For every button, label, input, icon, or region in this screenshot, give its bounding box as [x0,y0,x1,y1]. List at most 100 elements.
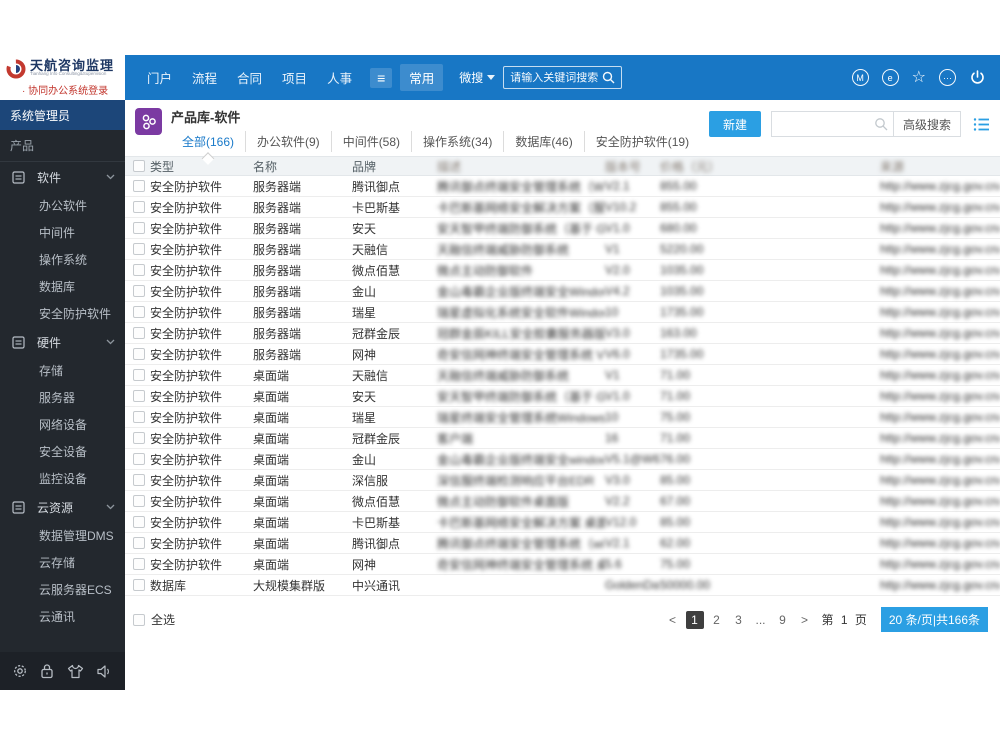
sidebar-item[interactable]: 监控设备 [0,465,125,492]
page-button[interactable]: 9 [774,611,792,629]
table-row[interactable]: 安全防护软件 服务器端 瑞星 瑞星虚拟化系统安全软件Windows服务器版 10… [125,302,1000,323]
row-checkbox[interactable] [133,495,145,507]
sidebar-item[interactable]: 数据库 [0,273,125,300]
top-nav-item[interactable]: 流程 [182,63,227,92]
table-row[interactable]: 安全防护软件 桌面端 天融信 天融信终端威胁防御系统 V1 71.00 http… [125,365,1000,386]
page-button[interactable]: < [664,611,682,629]
sidebar-item[interactable]: 数据管理DMS [0,522,125,549]
advanced-search-button[interactable]: 高级搜索 [892,111,961,137]
row-checkbox[interactable] [133,411,145,423]
table-row[interactable]: 安全防护软件 桌面端 卡巴斯基 卡巴斯基网络安全解决方案 桌面 KES 版 +0… [125,512,1000,533]
search-icon[interactable] [602,71,615,84]
row-checkbox[interactable] [133,516,145,528]
sidebar-item[interactable]: 云通讯 [0,603,125,630]
page-jump-label[interactable]: 第 1 页 [822,611,869,628]
column-header-source[interactable]: 来源 [880,158,1000,175]
category-tab[interactable]: 数据库(46) [503,131,583,152]
row-checkbox[interactable] [133,432,145,444]
table-row[interactable]: 安全防护软件 服务器端 卡巴斯基 卡巴斯基网络安全解决方案（服务器KES）...… [125,197,1000,218]
sidebar-item[interactable]: 操作系统 [0,246,125,273]
sidebar-item[interactable]: 办公软件 [0,192,125,219]
settings-gear-icon[interactable] [12,663,28,679]
list-view-icon[interactable] [973,117,990,132]
table-row[interactable]: 安全防护软件 桌面端 网神 奇安信网神终端安全管理系统 桌面版 5.6 75.0… [125,554,1000,575]
page-button[interactable]: > [796,611,814,629]
top-nav-item[interactable]: 合同 [227,63,272,92]
page-button[interactable]: 2 [708,611,726,629]
row-checkbox[interactable] [133,243,145,255]
table-row[interactable]: 安全防护软件 服务器端 金山 金山毒霸企业版终端安全Windows服务器版 V4… [125,281,1000,302]
row-checkbox[interactable] [133,285,145,297]
row-checkbox[interactable] [133,327,145,339]
select-all-header-checkbox[interactable] [133,160,145,172]
sidebar-item[interactable]: 中间件 [0,219,125,246]
column-header-price[interactable]: 价格（元） [660,158,880,175]
page-button[interactable]: ... [752,611,770,629]
table-row[interactable]: 安全防护软件 桌面端 瑞星 瑞星终端安全管理系统Windows桌面版 10 75… [125,407,1000,428]
row-checkbox[interactable] [133,264,145,276]
sidebar-item[interactable]: 安全设备 [0,438,125,465]
table-row[interactable]: 安全防护软件 服务器端 腾讯御点 腾讯御点终端安全管理系统（Windows版） … [125,176,1000,197]
more-options-icon[interactable]: ··· [939,69,956,86]
table-row[interactable]: 安全防护软件 桌面端 安天 安天智甲终端防御系统（基于 GF 一体化）... V… [125,386,1000,407]
column-header-type[interactable]: 类型 [150,158,253,175]
page-button[interactable]: 1 [685,610,704,629]
row-checkbox[interactable] [133,222,145,234]
oa-login-link[interactable]: · 协同办公系统登录 [22,82,119,97]
sidebar-item[interactable]: 云服务器ECS [0,576,125,603]
theme-shirt-icon[interactable] [67,664,84,679]
messenger-icon[interactable]: M [851,69,869,86]
favorites-star-icon[interactable]: ☆ [912,69,926,86]
table-row[interactable]: 安全防护软件 服务器端 网神 奇安信网神终端安全管理系统 V6.0 V6.0 1… [125,344,1000,365]
sidebar-item[interactable]: 网络设备 [0,411,125,438]
sidebar-group-cloud[interactable]: 云资源 [0,492,125,522]
row-checkbox[interactable] [133,369,145,381]
sidebar-section-product[interactable]: 产品 [0,130,125,162]
power-logout-icon[interactable] [969,69,986,86]
table-row[interactable]: 安全防护软件 桌面端 金山 金山毒霸企业版终端安全windows桌面版 V5.1… [125,449,1000,470]
row-checkbox[interactable] [133,390,145,402]
select-all-control[interactable]: 全选 [133,611,175,628]
speaker-sound-icon[interactable] [96,664,113,679]
table-row[interactable]: 数据库 大规模集群版 中兴通讯 GoldenData s... 50000.00… [125,575,1000,596]
table-row[interactable]: 安全防护软件 服务器端 安天 安天智甲终端防御系统（基于 GF 一体化） V1.… [125,218,1000,239]
table-row[interactable]: 安全防护软件 桌面端 腾讯御点 腾讯御点终端安全管理系统（windows版）V2… [125,533,1000,554]
row-checkbox[interactable] [133,537,145,549]
row-checkbox[interactable] [133,201,145,213]
sidebar-item[interactable]: 云存储 [0,549,125,576]
column-header-version[interactable]: 版本号 [605,158,660,175]
table-row[interactable]: 安全防护软件 桌面端 深信服 深信服终端检测响应平台EDR V3.0 85.00… [125,470,1000,491]
nav-hamburger-icon[interactable]: ≡ [370,67,393,88]
category-tab[interactable]: 中间件(58) [330,131,411,152]
search-icon[interactable] [874,117,888,131]
column-header-brand[interactable]: 品牌 [352,158,437,175]
sidebar-item[interactable]: 存储 [0,357,125,384]
row-checkbox[interactable] [133,558,145,570]
top-nav-item[interactable]: 门户 [137,63,182,92]
top-nav-item[interactable]: 项目 [272,63,317,92]
wesearch-dropdown[interactable]: 微搜 [459,69,496,86]
top-nav-item[interactable]: 人事 [317,63,362,92]
row-checkbox[interactable] [133,180,145,192]
column-header-name[interactable]: 名称 [253,158,352,175]
sidebar-group-software[interactable]: 软件 [0,162,125,192]
nav-common-button[interactable]: 常用 [400,64,444,91]
global-search-input[interactable] [510,71,603,84]
row-checkbox[interactable] [133,453,145,465]
category-tab[interactable]: 全部(166) [171,131,245,152]
page-button[interactable]: 3 [730,611,748,629]
column-header-desc[interactable]: 描述 [437,158,605,175]
sidebar-group-hardware[interactable]: 硬件 [0,327,125,357]
sidebar-item[interactable]: 安全防护软件 [0,300,125,327]
table-row[interactable]: 安全防护软件 服务器端 冠群金辰 冠群金辰KILL安全胶囊服务器版 V3.0 1… [125,323,1000,344]
category-tab[interactable]: 操作系统(34) [411,131,503,152]
email-icon[interactable]: e [881,69,899,86]
page-size-badge[interactable]: 20 条/页|共166条 [880,607,988,632]
new-button[interactable]: 新建 [708,111,761,137]
row-checkbox[interactable] [133,579,145,591]
table-row[interactable]: 安全防护软件 桌面端 冠群金辰 客户端 16 71.00 http://www.… [125,428,1000,449]
select-all-checkbox[interactable] [133,613,145,626]
lock-icon[interactable] [40,663,54,679]
row-checkbox[interactable] [133,306,145,318]
sidebar-item[interactable]: 服务器 [0,384,125,411]
